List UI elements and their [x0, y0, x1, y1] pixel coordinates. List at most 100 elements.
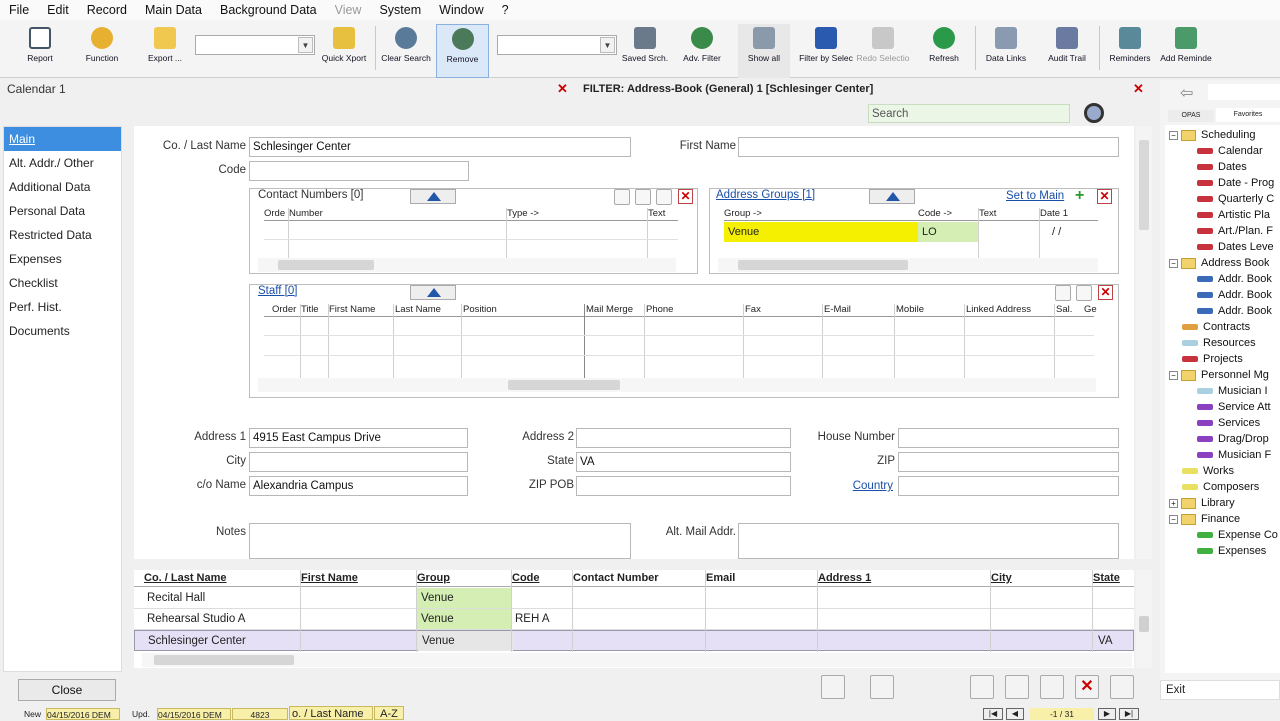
nav-main[interactable]: Main: [4, 127, 121, 151]
nav-personal-data[interactable]: Personal Data: [4, 199, 121, 223]
tab-opas[interactable]: OPAS: [1168, 110, 1214, 122]
tree-item[interactable]: Dates: [1197, 159, 1247, 175]
delete-icon[interactable]: ✕: [1098, 285, 1113, 300]
collapse-icon[interactable]: −: [1169, 258, 1178, 268]
nav-documents[interactable]: Documents: [4, 319, 121, 343]
tree-item[interactable]: Projects: [1182, 351, 1243, 367]
filter-by-selection-button[interactable]: Filter by Selec: [798, 24, 854, 78]
export-button[interactable]: Export ...: [140, 24, 190, 78]
tree-item[interactable]: Musician I: [1197, 383, 1268, 399]
nav-checklist[interactable]: Checklist: [4, 271, 121, 295]
tree-item[interactable]: Addr. Book: [1197, 271, 1272, 287]
close-icon[interactable]: ✕: [557, 80, 568, 98]
co-name-input[interactable]: Alexandria Campus: [249, 476, 468, 496]
remove-button[interactable]: Remove: [436, 24, 489, 78]
alt-mail-textarea[interactable]: [738, 523, 1119, 559]
last-record-icon[interactable]: ▶|: [1119, 708, 1139, 720]
menu-window[interactable]: Window: [430, 0, 492, 20]
nav-perf-hist[interactable]: Perf. Hist.: [4, 295, 121, 319]
tree-item[interactable]: Composers: [1182, 479, 1259, 495]
menu-system[interactable]: System: [370, 0, 430, 20]
link-icon[interactable]: [614, 189, 630, 205]
table-row[interactable]: Recital Hall Venue: [134, 588, 1134, 609]
tree-item[interactable]: − Scheduling: [1169, 127, 1255, 143]
save-icon[interactable]: [1040, 675, 1064, 699]
menu-view[interactable]: View: [326, 0, 371, 20]
function-button[interactable]: Function: [78, 24, 126, 78]
new-doc-icon[interactable]: [1076, 285, 1092, 301]
sort-order[interactable]: A-Z: [374, 706, 404, 720]
tree-item[interactable]: Addr. Book: [1197, 303, 1272, 319]
back-arrow-icon[interactable]: ⇦: [1180, 83, 1193, 103]
staff-title[interactable]: Staff [0]: [258, 285, 297, 297]
delete-icon[interactable]: ✕: [1097, 189, 1112, 204]
map-icon[interactable]: [821, 675, 845, 699]
table-row[interactable]: Rehearsal Studio A Venue REH A: [134, 609, 1134, 630]
menu-edit[interactable]: Edit: [38, 0, 78, 20]
audit-trail-button[interactable]: Audit Trail: [1042, 24, 1092, 78]
collapse-up-icon[interactable]: [869, 189, 915, 204]
menu-record[interactable]: Record: [78, 0, 136, 20]
tree-item[interactable]: Addr. Book: [1197, 287, 1272, 303]
exit-button[interactable]: Exit: [1160, 680, 1280, 700]
prev-record-icon[interactable]: ◀: [1006, 708, 1024, 720]
results-hscroll[interactable]: [142, 653, 1132, 667]
notes-textarea[interactable]: [249, 523, 631, 559]
address-groups-title[interactable]: Address Groups [1]: [716, 189, 815, 201]
saved-search-button[interactable]: Saved Srch.: [620, 24, 670, 78]
zip-input[interactable]: [898, 452, 1119, 472]
tree-item[interactable]: Expense Co: [1197, 527, 1278, 543]
filter-tab[interactable]: FILTER: Address-Book (General) 1 [Schles…: [581, 80, 1149, 98]
menu-background-data[interactable]: Background Data: [211, 0, 326, 20]
expand-icon[interactable]: +: [1169, 498, 1178, 508]
table-row[interactable]: Schlesinger Center Venue VA: [134, 630, 1134, 651]
report-button[interactable]: Report: [16, 24, 64, 78]
close-icon[interactable]: ✕: [1133, 80, 1144, 98]
contact-hscroll[interactable]: [258, 258, 676, 272]
undo-icon[interactable]: [1110, 675, 1134, 699]
code-input[interactable]: [249, 161, 469, 181]
menu-file[interactable]: File: [0, 0, 38, 20]
groups-hscroll[interactable]: [718, 258, 1098, 272]
copy-icon[interactable]: [870, 675, 894, 699]
close-button[interactable]: Close: [18, 679, 116, 701]
staff-hscroll[interactable]: [258, 378, 1096, 392]
group-cell[interactable]: Venue: [724, 222, 918, 242]
tree-item[interactable]: − Finance: [1169, 511, 1240, 527]
calendar-tab[interactable]: Calendar 1 ✕: [0, 80, 576, 98]
tree-item[interactable]: Quarterly C: [1197, 191, 1274, 207]
refresh-button[interactable]: Refresh: [920, 24, 968, 78]
tree-item[interactable]: Resources: [1182, 335, 1256, 351]
next-record-icon[interactable]: ▶: [1098, 708, 1116, 720]
first-name-input[interactable]: [738, 137, 1119, 157]
tree-item[interactable]: Calendar: [1197, 143, 1263, 159]
add-reminder-button[interactable]: Add Reminde: [1158, 24, 1214, 78]
tree-item[interactable]: Artistic Pla: [1197, 207, 1270, 223]
home-icon[interactable]: [1055, 285, 1071, 301]
new-record-icon[interactable]: [970, 675, 994, 699]
menu-help[interactable]: ?: [493, 0, 518, 20]
data-links-button[interactable]: Data Links: [982, 24, 1030, 78]
tree-item[interactable]: Date - Prog: [1197, 175, 1274, 191]
country-link[interactable]: Country: [794, 480, 893, 492]
new-doc-icon[interactable]: [656, 189, 672, 205]
nav-restricted-data[interactable]: Restricted Data: [4, 223, 121, 247]
zip-pob-input[interactable]: [576, 476, 791, 496]
nav-expenses[interactable]: Expenses: [4, 247, 121, 271]
city-input[interactable]: [249, 452, 468, 472]
date-cell[interactable]: / /: [1048, 222, 1088, 242]
nav-additional-data[interactable]: Additional Data: [4, 175, 121, 199]
tree-item[interactable]: Services: [1197, 415, 1260, 431]
co-last-name-input[interactable]: Schlesinger Center: [249, 137, 631, 157]
add-icon[interactable]: +: [1075, 188, 1090, 204]
tree-item[interactable]: Expenses: [1197, 543, 1266, 559]
code-cell[interactable]: LO: [918, 222, 979, 242]
tree-item[interactable]: Contracts: [1182, 319, 1250, 335]
tree-item[interactable]: Musician F: [1197, 447, 1271, 463]
duplicate-icon[interactable]: [1005, 675, 1029, 699]
tree-item[interactable]: Drag/Drop: [1197, 431, 1269, 447]
delete-record-icon[interactable]: ✕: [1075, 675, 1099, 699]
reminders-button[interactable]: Reminders: [1105, 24, 1155, 78]
results-vscroll[interactable]: [1136, 570, 1152, 668]
tree-item[interactable]: Service Att: [1197, 399, 1271, 415]
